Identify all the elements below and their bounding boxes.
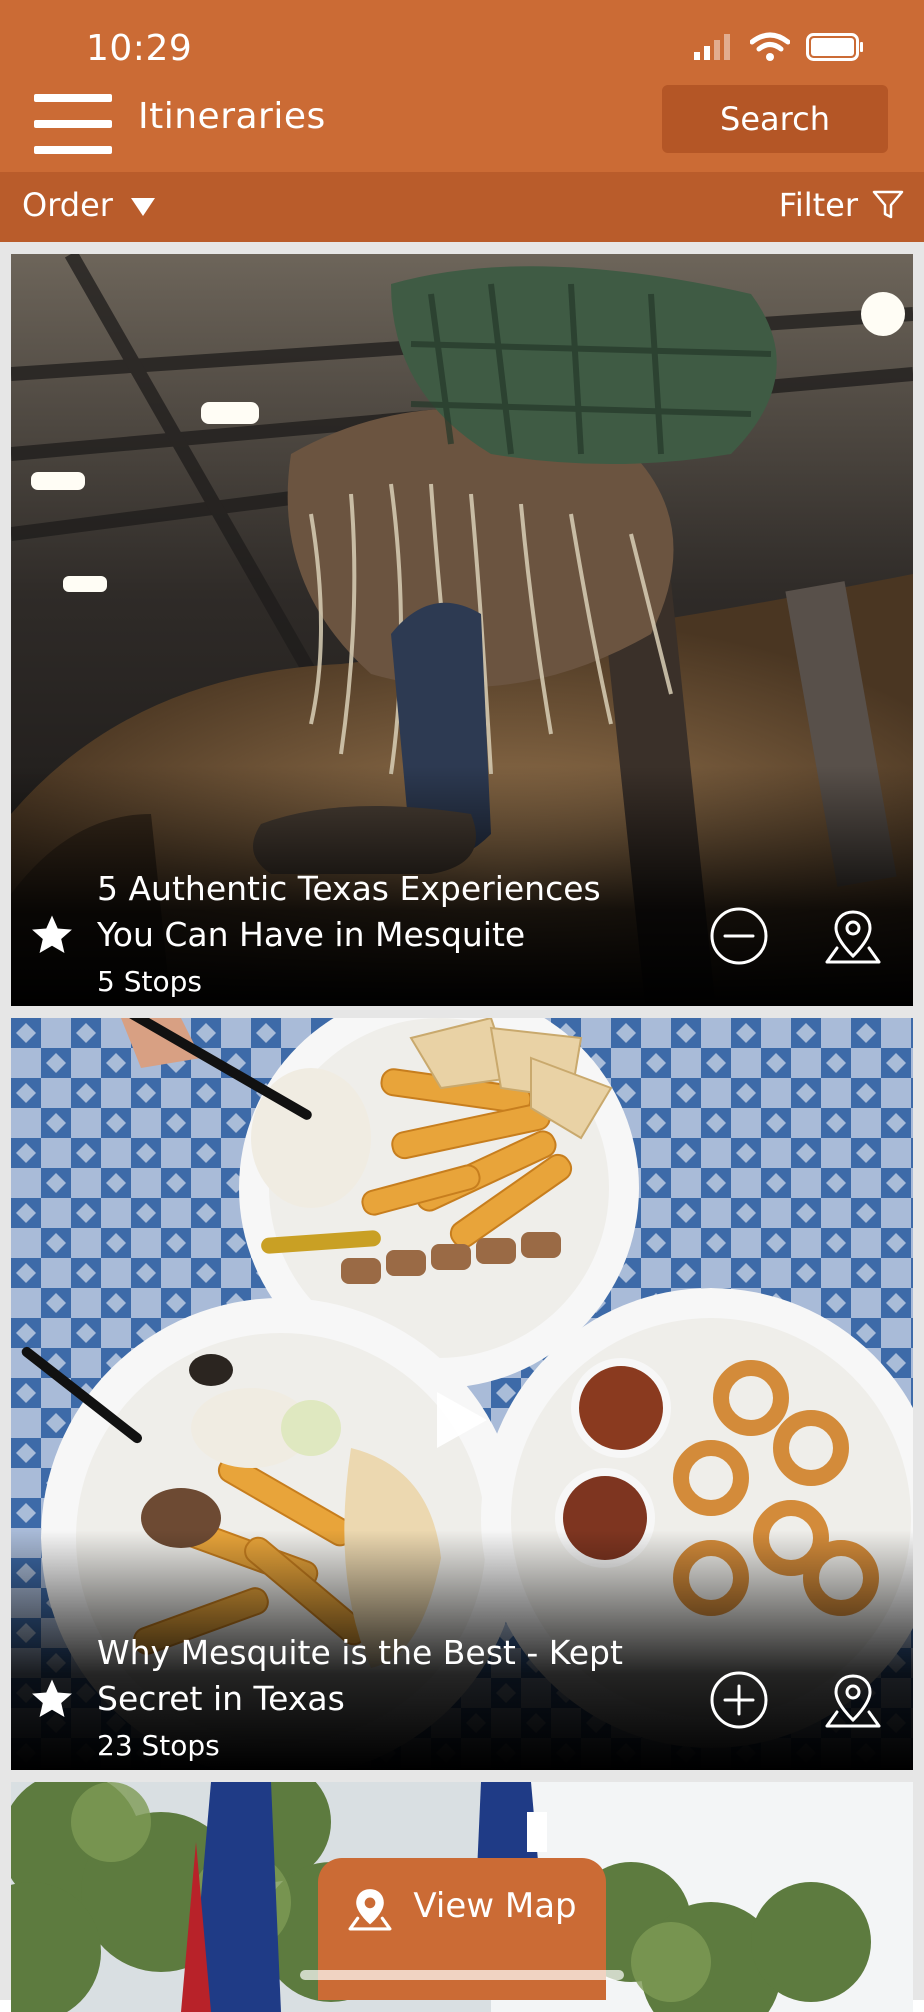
- favorite-star-icon[interactable]: [29, 1676, 75, 1722]
- cellular-signal-icon: [694, 34, 730, 60]
- caret-down-icon: [130, 198, 155, 216]
- app-header: Itineraries Search: [0, 82, 924, 172]
- plus-circle-icon[interactable]: [709, 1670, 769, 1730]
- itinerary-list: 5 Authentic Texas Experiences You Can Ha…: [0, 242, 924, 2012]
- itinerary-card[interactable]: Why Mesquite is the Best - Kept Secret i…: [11, 1018, 913, 1770]
- status-bar: 10:29: [0, 0, 924, 82]
- filter-button[interactable]: Filter: [779, 186, 904, 224]
- status-icons: [694, 32, 864, 62]
- view-map-label: View Map: [413, 1886, 577, 1926]
- menu-icon[interactable]: [34, 94, 112, 154]
- itinerary-stop-count: 5 Stops: [97, 965, 202, 998]
- itinerary-title: Why Mesquite is the Best - Kept Secret i…: [97, 1633, 623, 1718]
- play-icon[interactable]: [431, 1390, 491, 1450]
- filter-label: Filter: [778, 186, 858, 224]
- itinerary-card[interactable]: 5 Authentic Texas Experiences You Can Ha…: [11, 254, 913, 1006]
- filter-funnel-icon: [872, 190, 904, 219]
- search-button[interactable]: Search: [662, 85, 888, 153]
- map-pin-icon[interactable]: [823, 906, 883, 966]
- home-indicator: [300, 1970, 624, 1980]
- order-label: Order: [22, 186, 113, 224]
- itinerary-title: 5 Authentic Texas Experiences You Can Ha…: [97, 869, 601, 954]
- status-time: 10:29: [86, 28, 193, 69]
- wifi-icon: [750, 32, 790, 61]
- itinerary-stop-count: 23 Stops: [97, 1729, 220, 1762]
- favorite-star-icon[interactable]: [29, 912, 75, 958]
- map-pin-icon[interactable]: [823, 1670, 883, 1730]
- minus-circle-icon[interactable]: [709, 906, 769, 966]
- order-dropdown[interactable]: Order: [22, 186, 155, 224]
- map-pin-icon: [348, 1889, 392, 1931]
- page-title: Itineraries: [138, 96, 326, 137]
- battery-icon: [806, 33, 863, 61]
- filter-toolbar: Order Filter: [0, 172, 924, 242]
